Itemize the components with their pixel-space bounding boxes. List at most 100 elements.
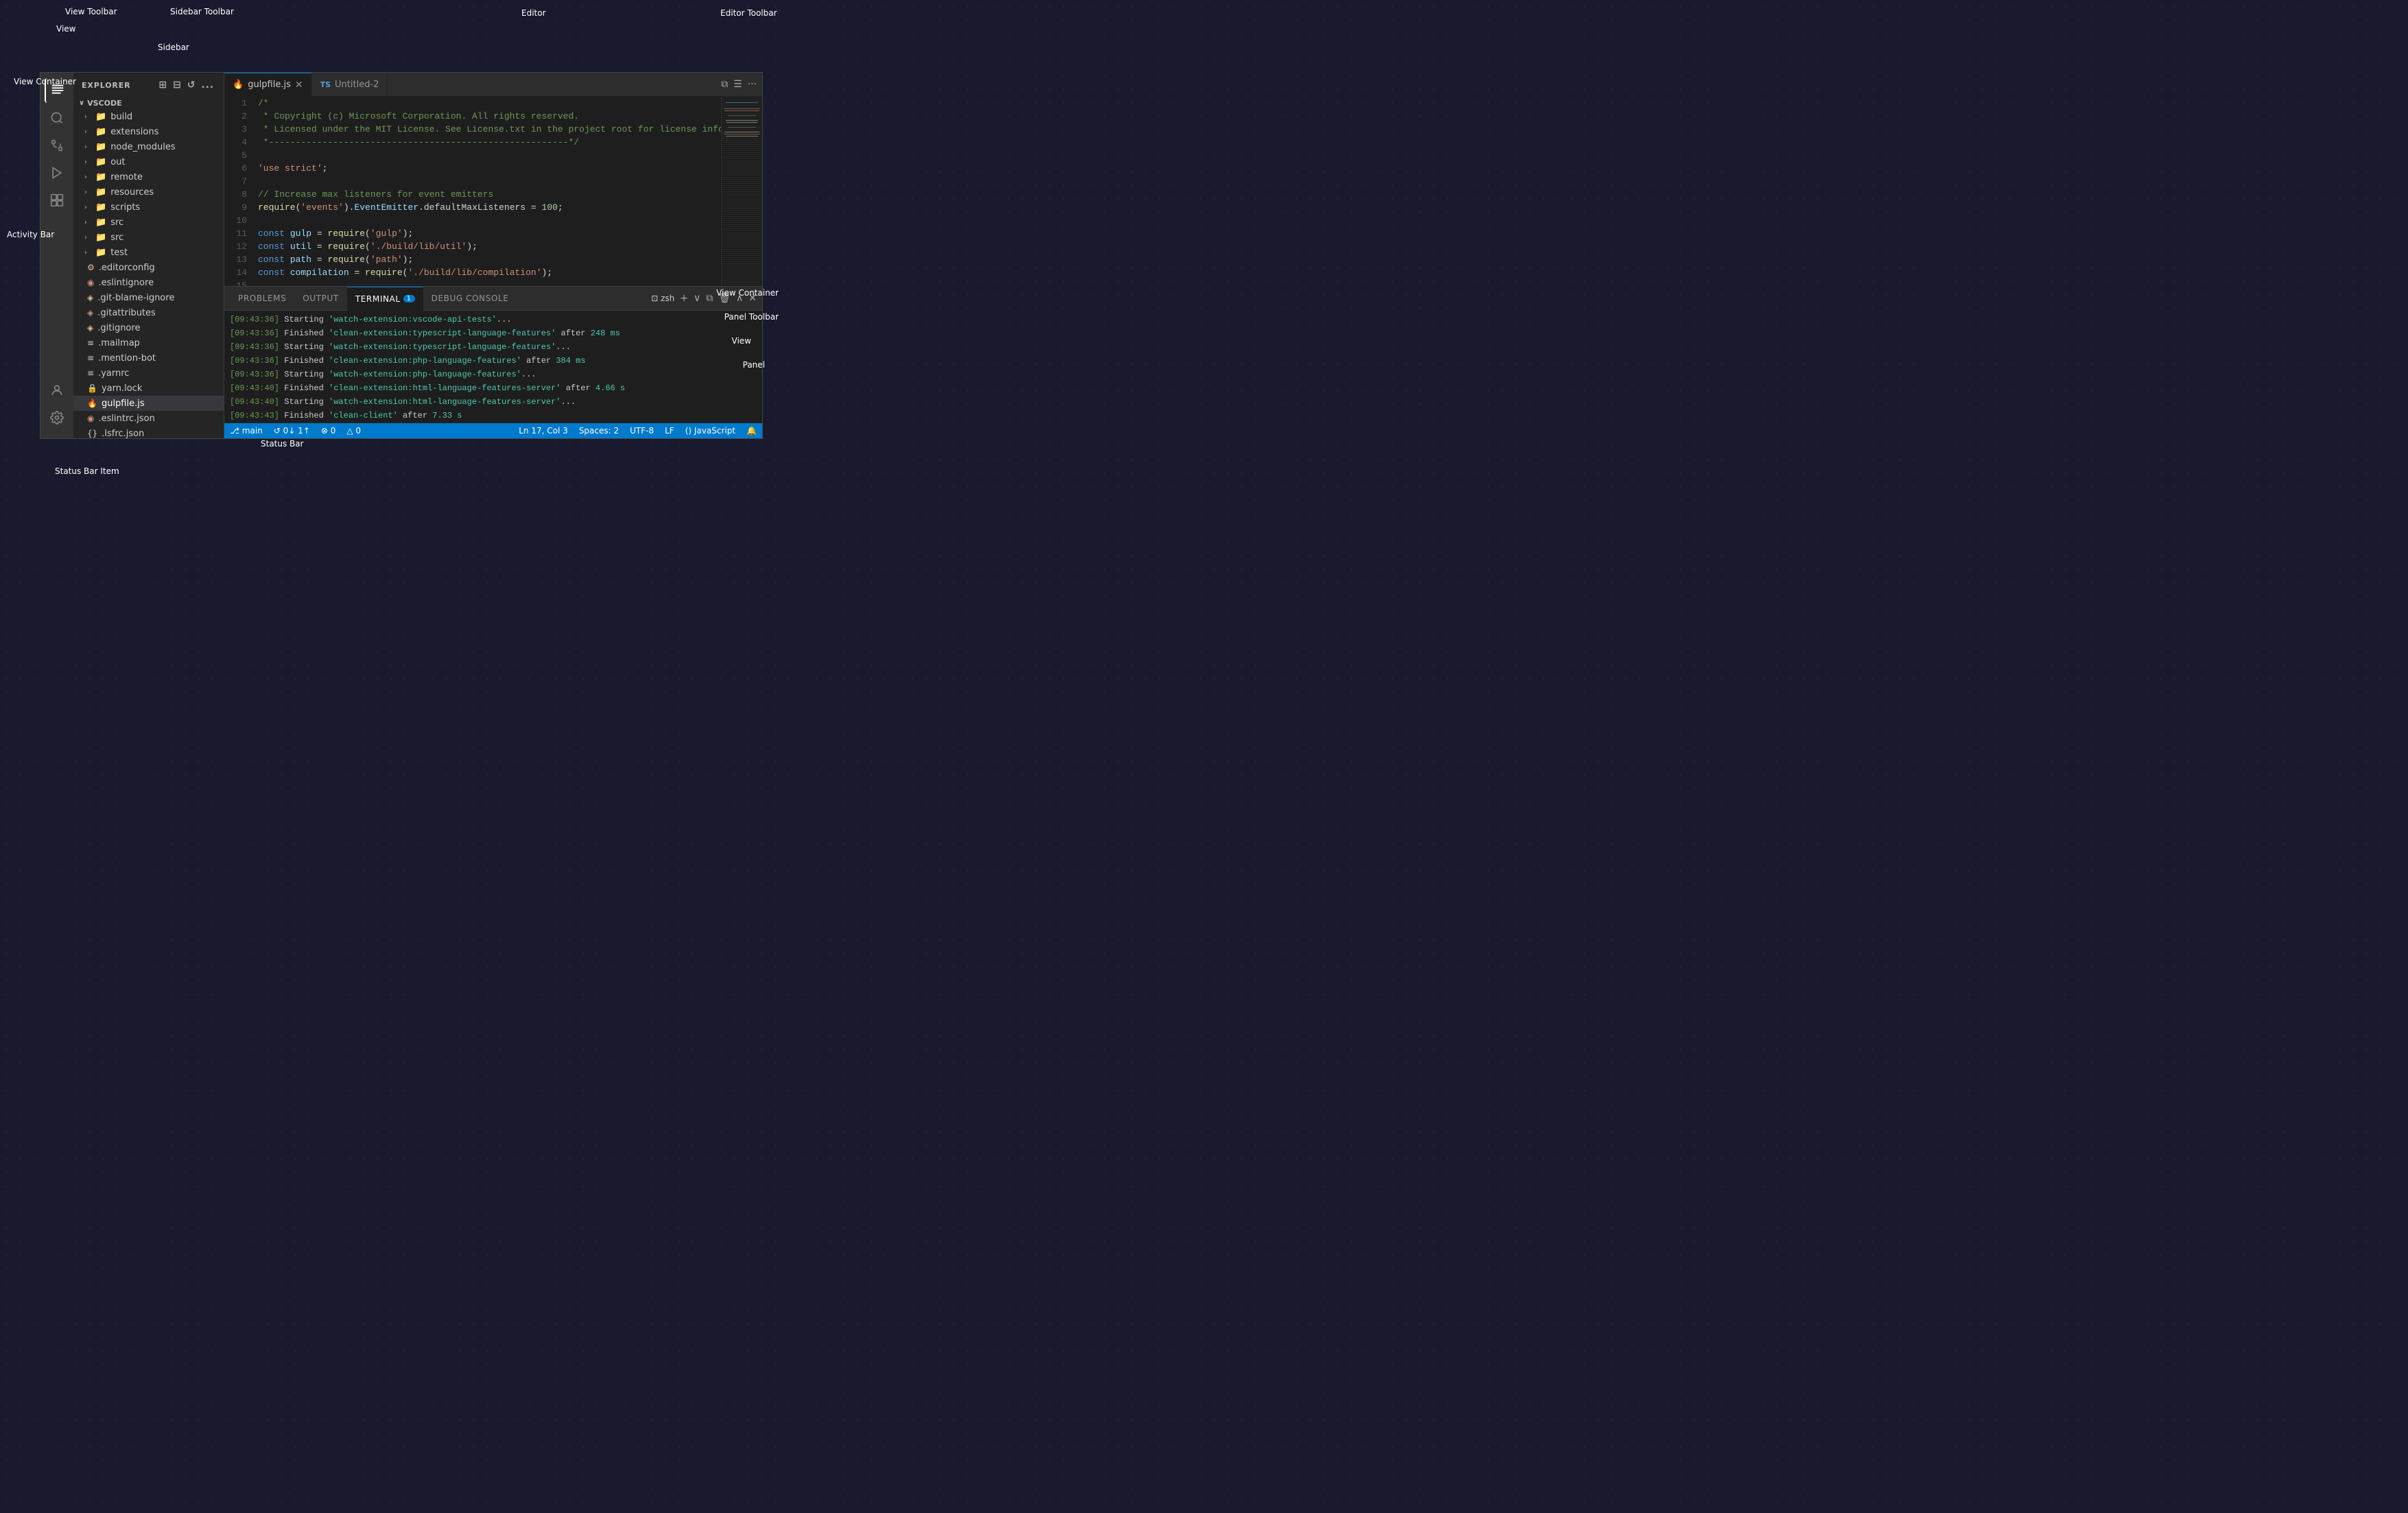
tab-debug[interactable]: DEBUG CONSOLE	[423, 287, 517, 311]
problems-label: PROBLEMS	[238, 294, 286, 303]
file-editorconfig[interactable]: ⚙ .editorconfig	[73, 260, 224, 275]
warnings-text: △ 0	[346, 426, 361, 436]
eol-status[interactable]: LF	[659, 423, 680, 438]
file-mailmap[interactable]: ≡ .mailmap	[73, 335, 224, 350]
panel-label: Panel	[743, 360, 765, 370]
line-col-text: Ln 17, Col 3	[519, 426, 568, 436]
tree-folder-src1[interactable]: › 📁 src	[73, 215, 224, 230]
more-actions-btn[interactable]: ...	[200, 78, 215, 92]
panel-toolbar-label: Panel Toolbar	[724, 312, 779, 322]
tab-untitled[interactable]: TS Untitled-2	[312, 73, 388, 97]
folder-icon: 📁	[95, 172, 106, 182]
encoding-status[interactable]: UTF-8	[624, 423, 659, 438]
minimap[interactable]	[721, 97, 762, 286]
code-area: 1 2 3 4 5 6 7 8 9 10 11 12 13 14	[224, 97, 762, 286]
file-lsfrc[interactable]: {} .lsfrc.json	[73, 426, 224, 438]
terminal-shell: ⊡ zsh	[651, 294, 674, 303]
branch-status[interactable]: ⎇ main	[224, 423, 268, 438]
vscode-root[interactable]: ∨ VSCODE	[73, 97, 224, 109]
tab-terminal[interactable]: TERMINAL 1	[347, 287, 423, 311]
tree-folder-out[interactable]: › 📁 out	[73, 154, 224, 169]
source-control-icon[interactable]	[45, 133, 69, 158]
warnings-status[interactable]: △ 0	[341, 423, 366, 438]
file-gitattributes[interactable]: ◈ .gitattributes	[73, 305, 224, 320]
spaces-status[interactable]: Spaces: 2	[574, 423, 624, 438]
tree-folder-scripts[interactable]: › 📁 scripts	[73, 200, 224, 215]
terminal-content[interactable]: [09:43:36] Starting 'watch-extension:vsc…	[224, 311, 762, 423]
tab-gulpfile[interactable]: 🔥 gulpfile.js ✕	[224, 73, 312, 97]
folder-icon: 📁	[95, 187, 106, 198]
search-icon[interactable]	[45, 106, 69, 130]
status-bar: ⎇ main ↺ 0↓ 1↑ ⊗ 0 △ 0 Ln 17, Col 3	[224, 423, 762, 438]
new-file-btn[interactable]: ⊞	[158, 78, 169, 92]
split-terminal-btn[interactable]: ⧉	[706, 293, 713, 304]
terminal-line: [09:43:43] Finished 'clean-client' after…	[230, 409, 757, 422]
file-gulpfile[interactable]: 🔥 gulpfile.js	[73, 396, 224, 411]
editor-label-top: Editor	[521, 8, 546, 18]
tab-output[interactable]: OUTPUT	[294, 287, 347, 311]
add-terminal-btn[interactable]: +	[680, 293, 688, 304]
run-icon[interactable]	[45, 160, 69, 185]
code-editor[interactable]: 1 2 3 4 5 6 7 8 9 10 11 12 13 14	[224, 97, 721, 286]
panel-tabs: PROBLEMS OUTPUT TERMINAL 1 DEBUG CONSOLE…	[224, 287, 762, 311]
file-yarnrc[interactable]: ≡ .yarnrc	[73, 366, 224, 381]
errors-text: ⊗ 0	[321, 426, 336, 436]
editor-toolbar: ⧉ ☰ ···	[721, 79, 762, 90]
errors-status[interactable]: ⊗ 0	[316, 423, 342, 438]
file-git-blame-ignore[interactable]: ◈ .git-blame-ignore	[73, 290, 224, 305]
tab-problems[interactable]: PROBLEMS	[230, 287, 294, 311]
editor-area: 🔥 gulpfile.js ✕ TS Untitled-2 ⧉ ☰ ···	[224, 73, 762, 438]
panel-area: PROBLEMS OUTPUT TERMINAL 1 DEBUG CONSOLE…	[224, 286, 762, 423]
bell-icon: 🔔	[746, 426, 757, 436]
terminal-line: [09:43:36] Starting 'watch-extension:php…	[230, 368, 757, 381]
split-editor-icon[interactable]: ⧉	[721, 79, 728, 90]
folder-icon: 📁	[95, 202, 106, 213]
terminal-line: [09:43:36] Starting 'watch-extension:vsc…	[230, 313, 757, 326]
terminal-line: [09:43:40] Starting 'watch-extension:htm…	[230, 396, 757, 408]
code-content[interactable]: /* * Copyright (c) Microsoft Corporation…	[255, 97, 721, 286]
tab-label-untitled: Untitled-2	[335, 80, 379, 90]
terminal-badge: 1	[403, 295, 415, 302]
folder-icon: 📁	[95, 233, 106, 243]
debug-label: DEBUG CONSOLE	[432, 294, 509, 303]
terminal-dropdown-btn[interactable]: ∨	[694, 293, 700, 304]
tree-folder-remote[interactable]: › 📁 remote	[73, 169, 224, 184]
file-mention-bot[interactable]: ≡ .mention-bot	[73, 350, 224, 366]
file-eslintrc[interactable]: ◉ .eslintrc.json	[73, 411, 224, 426]
tree-folder-test[interactable]: › 📁 test	[73, 245, 224, 260]
file-tree: ∨ VSCODE › 📁 build › 📁 extensions › 📁	[73, 97, 224, 438]
refresh-btn[interactable]: ↺	[186, 78, 198, 92]
tree-folder-node-modules[interactable]: › 📁 node_modules	[73, 139, 224, 154]
vscode-window: EXPLORER ⊞ ⊟ ↺ ... ∨ VSCODE › 📁 build	[40, 72, 763, 439]
new-folder-btn[interactable]: ⊟	[172, 78, 183, 92]
sync-status[interactable]: ↺ 0↓ 1↑	[268, 423, 316, 438]
view-toolbar-label: View Toolbar	[65, 7, 117, 16]
settings-icon[interactable]	[45, 405, 69, 430]
notification-icon[interactable]: 🔔	[741, 423, 762, 438]
folder-icon: 📁	[95, 157, 106, 167]
extensions-icon[interactable]	[45, 188, 69, 213]
tree-folder-src2[interactable]: › 📁 src	[73, 230, 224, 245]
spaces-text: Spaces: 2	[579, 426, 619, 436]
file-yarn-lock[interactable]: 🔒 yarn.lock	[73, 381, 224, 396]
activity-bar	[40, 73, 73, 438]
line-col-status[interactable]: Ln 17, Col 3	[513, 423, 574, 438]
sidebar-label: Sidebar	[158, 43, 189, 52]
editor-toolbar-label: Editor Toolbar	[720, 8, 777, 18]
tree-folder-resources[interactable]: › 📁 resources	[73, 184, 224, 200]
tree-folder-extensions[interactable]: › 📁 extensions	[73, 124, 224, 139]
status-right: Ln 17, Col 3 Spaces: 2 UTF-8 LF () JavaS…	[513, 423, 762, 438]
tab-close-gulpfile[interactable]: ✕	[295, 80, 303, 91]
view-container-label: View Container	[14, 77, 76, 86]
layout-icon[interactable]: ☰	[733, 79, 742, 90]
line-numbers: 1 2 3 4 5 6 7 8 9 10 11 12 13 14	[224, 97, 255, 286]
more-editor-actions[interactable]: ···	[748, 79, 757, 90]
file-eslintignore[interactable]: ◉ .eslintignore	[73, 275, 224, 290]
account-icon[interactable]	[45, 378, 69, 403]
tree-folder-build[interactable]: › 📁 build	[73, 109, 224, 124]
language-status[interactable]: () JavaScript	[680, 423, 741, 438]
terminal-line: [09:43:36] Starting 'watch-extension:typ…	[230, 341, 757, 353]
activity-bar-bottom	[45, 378, 69, 438]
file-gitignore[interactable]: ◈ .gitignore	[73, 320, 224, 335]
terminal-label: TERMINAL	[355, 294, 401, 304]
